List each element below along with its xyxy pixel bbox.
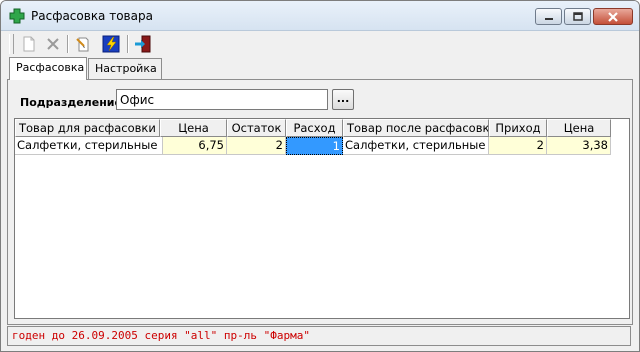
toolbar-separator — [67, 35, 69, 53]
cell-product-in[interactable]: Салфетки, стерильные 16x32 №2 — [15, 137, 163, 155]
new-button[interactable] — [19, 34, 39, 54]
tab-panel: Подразделение ... Товар для расфасовки Ц… — [7, 79, 633, 325]
table-row[interactable]: Салфетки, стерильные 16x32 №2 6,75 2 1 С… — [15, 137, 611, 155]
edit-icon — [76, 37, 89, 52]
execute-button[interactable] — [101, 34, 121, 54]
window: Расфасовка товара Расфасовка Настройка П… — [0, 0, 640, 352]
cell-consumption[interactable]: 1 — [286, 137, 343, 155]
minimize-button[interactable] — [535, 8, 562, 25]
cell-stock[interactable]: 2 — [227, 137, 286, 155]
window-title: Расфасовка товара — [31, 9, 153, 23]
column-header-income[interactable]: Приход — [489, 119, 547, 137]
close-icon — [608, 11, 618, 22]
exit-icon — [135, 35, 151, 53]
column-header-price-out[interactable]: Цена — [547, 119, 611, 137]
toolbar-grip[interactable] — [9, 34, 14, 54]
cell-price-out[interactable]: 3,38 — [547, 137, 611, 155]
delete-button[interactable] — [43, 34, 63, 54]
department-input[interactable] — [116, 89, 328, 110]
column-header-product-out[interactable]: Товар после расфасовки — [343, 119, 489, 137]
toolbar — [1, 31, 639, 57]
new-document-icon — [23, 36, 35, 52]
column-header-price-in[interactable]: Цена — [160, 119, 227, 137]
delete-icon — [47, 38, 59, 50]
exit-button[interactable] — [133, 34, 153, 54]
toolbar-separator — [127, 35, 129, 53]
tab-label: Расфасовка — [16, 61, 85, 74]
close-button[interactable] — [593, 8, 633, 25]
grid-header: Товар для расфасовки Цена Остаток Расход… — [15, 119, 611, 137]
execute-icon — [102, 35, 120, 53]
maximize-icon — [572, 11, 583, 21]
tab-packing[interactable]: Расфасовка — [9, 57, 87, 80]
minimize-icon — [544, 17, 553, 20]
edit-button[interactable] — [73, 34, 93, 54]
title-bar[interactable]: Расфасовка товара — [1, 1, 639, 31]
column-header-stock[interactable]: Остаток — [227, 119, 286, 137]
app-cross-icon — [9, 8, 25, 24]
cell-income[interactable]: 2 — [489, 137, 547, 155]
department-label: Подразделение — [20, 96, 122, 109]
cell-product-out[interactable]: Салфетки, стерильные 45x29 №1 — [343, 137, 489, 155]
column-header-product-in[interactable]: Товар для расфасовки — [15, 119, 160, 137]
department-browse-button[interactable]: ... — [332, 89, 354, 110]
column-header-consumption[interactable]: Расход — [286, 119, 343, 137]
tab-settings[interactable]: Настройка — [88, 58, 162, 79]
tab-label: Настройка — [95, 62, 157, 75]
status-bar: годен до 26.09.2005 серия "all" пр-ль "Ф… — [7, 326, 631, 346]
maximize-button[interactable] — [564, 8, 591, 25]
packing-grid: Товар для расфасовки Цена Остаток Расход… — [14, 118, 630, 319]
cell-price-in[interactable]: 6,75 — [163, 137, 227, 155]
